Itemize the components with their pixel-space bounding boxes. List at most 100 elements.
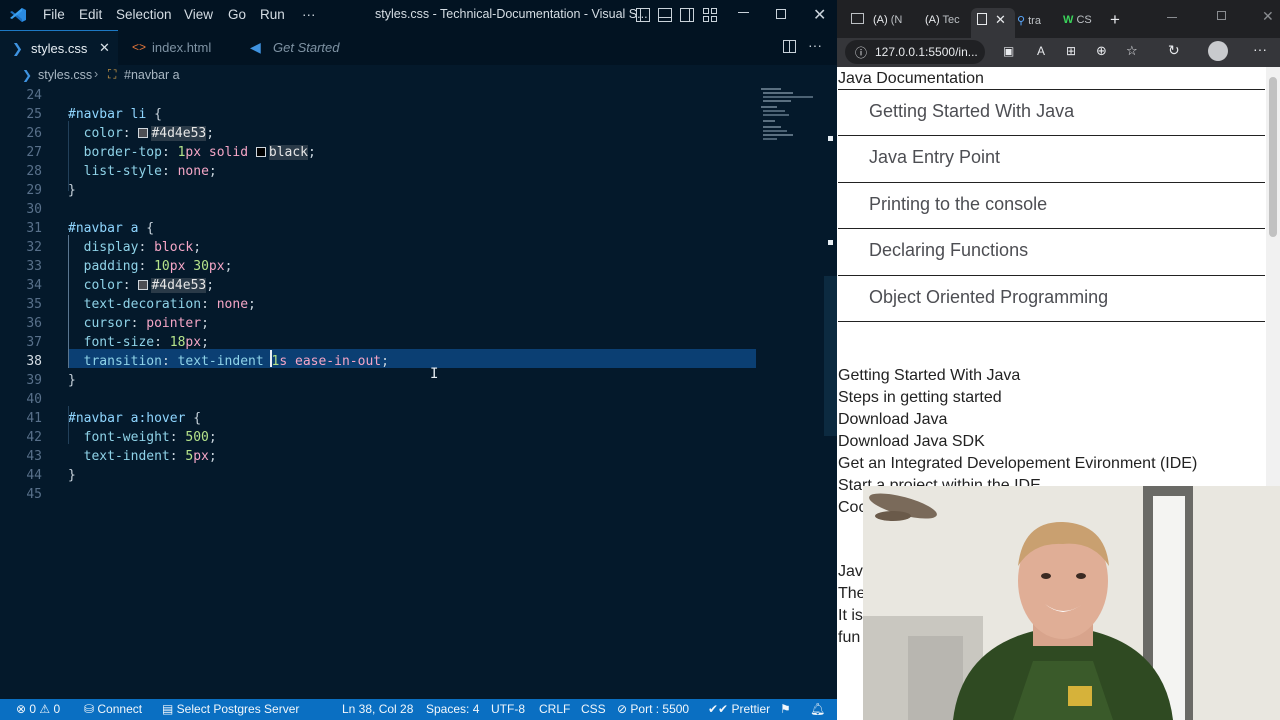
toggle-secondary-sidebar-icon[interactable] bbox=[680, 8, 694, 22]
close-window-icon[interactable]: ✕ bbox=[1262, 8, 1274, 25]
menu-edit[interactable]: Edit bbox=[79, 7, 102, 22]
breadcrumb-file[interactable]: styles.css bbox=[38, 68, 92, 82]
window-title: styles.css - Technical-Documentation - V… bbox=[375, 7, 648, 21]
connect-status[interactable]: ⛁ Connect bbox=[84, 702, 142, 716]
new-tab-icon[interactable]: + bbox=[1110, 10, 1120, 30]
symbol-class-icon: ⛶ bbox=[108, 67, 117, 81]
code-line[interactable]: font-size: 18px; bbox=[68, 333, 209, 352]
language-mode[interactable]: CSS bbox=[581, 702, 606, 716]
minimize-icon[interactable] bbox=[738, 12, 749, 13]
webcam-person-image bbox=[863, 486, 1280, 720]
line-number: 34 bbox=[26, 278, 42, 293]
status-bar: ⊗ 0 ⚠ 0 ⛁ Connect ▤ Select Postgres Serv… bbox=[0, 699, 837, 720]
code-line[interactable]: } bbox=[68, 181, 76, 200]
refresh-icon[interactable]: ↻ bbox=[1168, 42, 1180, 59]
code-line[interactable]: #navbar a:hover { bbox=[68, 409, 201, 428]
encoding[interactable]: UTF-8 bbox=[491, 702, 525, 716]
tracking-prevention-icon[interactable]: ▣ bbox=[1003, 44, 1014, 58]
breadcrumb-symbol[interactable]: #navbar a bbox=[124, 68, 180, 82]
notifications-bell-icon[interactable]: 🔔︎ bbox=[810, 702, 825, 716]
menu-selection[interactable]: Selection bbox=[116, 7, 172, 22]
nav-link-oop[interactable]: Object Oriented Programming bbox=[838, 275, 1265, 322]
close-tab-icon[interactable]: ✕ bbox=[99, 40, 110, 56]
code-line[interactable]: transition: text-indent 1s ease-in-out; bbox=[68, 352, 389, 371]
url-text: 127.0.0.1:5500/in... bbox=[875, 45, 978, 59]
tab-index-html[interactable]: <> index.html bbox=[118, 30, 240, 65]
browser-tab[interactable]: (A) (N bbox=[873, 8, 921, 34]
minimize-icon[interactable] bbox=[1167, 17, 1177, 18]
editor-tabs: ❯ styles.css ✕ <> index.html ◀ Get Start… bbox=[0, 30, 837, 65]
nav-link-printing[interactable]: Printing to the console bbox=[838, 182, 1265, 229]
toggle-sidebar-icon[interactable] bbox=[636, 8, 650, 22]
app-available-icon[interactable]: ⊞ bbox=[1066, 44, 1076, 58]
nav-link-entry-point[interactable]: Java Entry Point bbox=[838, 135, 1265, 182]
vscode-icon: ◀ bbox=[250, 39, 261, 55]
tab-get-started[interactable]: ◀ Get Started bbox=[240, 30, 364, 65]
end-of-line[interactable]: CRLF bbox=[539, 702, 570, 716]
zoom-icon[interactable]: ⊕ bbox=[1096, 43, 1107, 59]
customize-layout-icon[interactable] bbox=[703, 8, 717, 22]
chevron-right-icon: › bbox=[94, 67, 99, 81]
nav-link-functions[interactable]: Declaring Functions bbox=[838, 228, 1265, 275]
avatar[interactable] bbox=[1208, 41, 1228, 61]
code-line[interactable]: } bbox=[68, 371, 76, 390]
tab-styles-css[interactable]: ❯ styles.css ✕ bbox=[0, 30, 118, 65]
code-line[interactable]: #navbar li { bbox=[68, 105, 162, 124]
line-number: 40 bbox=[26, 392, 42, 407]
code-line[interactable]: cursor: pointer; bbox=[68, 314, 209, 333]
page-scrollbar-thumb[interactable] bbox=[1269, 77, 1277, 237]
address-bar[interactable]: ⓘ 127.0.0.1:5500/in... bbox=[845, 40, 985, 64]
maximize-icon[interactable] bbox=[776, 9, 786, 19]
code-line[interactable]: font-weight: 500; bbox=[68, 428, 217, 447]
maximize-icon[interactable] bbox=[1217, 11, 1226, 20]
code-line[interactable]: text-indent: 5px; bbox=[68, 447, 217, 466]
code-line[interactable]: border-top: 1px solid black; bbox=[68, 143, 316, 162]
close-window-icon[interactable]: ✕ bbox=[813, 5, 826, 25]
toggle-panel-icon[interactable] bbox=[658, 8, 672, 22]
postgres-status[interactable]: ▤ Select Postgres Server bbox=[162, 702, 299, 716]
live-server-port[interactable]: ⊘ Port : 5500 bbox=[617, 702, 689, 716]
browser-tab[interactable]: (A) Tec bbox=[925, 8, 969, 34]
read-aloud-icon[interactable]: A bbox=[1037, 44, 1045, 58]
menu-file[interactable]: File bbox=[43, 7, 65, 22]
scroll-marker bbox=[828, 240, 833, 245]
code-editor[interactable]: 24 25 #navbar li {26 color: #4d4e53; 27 bor… bbox=[0, 86, 837, 699]
browser-tab[interactable]: ⚲ tra bbox=[1017, 8, 1061, 34]
vscode-logo-icon[interactable] bbox=[9, 7, 27, 23]
css-file-icon: ❯ bbox=[22, 68, 33, 82]
tab-actions-icon[interactable] bbox=[851, 13, 864, 24]
menu-run[interactable]: Run bbox=[260, 7, 285, 22]
split-editor-icon[interactable] bbox=[783, 40, 796, 53]
close-tab-icon[interactable]: ✕ bbox=[995, 12, 1006, 28]
line-number: 37 bbox=[26, 335, 42, 350]
more-actions-icon[interactable]: ··· bbox=[808, 37, 822, 53]
menu-more[interactable]: ··· bbox=[302, 7, 316, 22]
browser-tab-active[interactable]: ✕ bbox=[971, 8, 1015, 38]
nav-link-getting-started[interactable]: Getting Started With Java bbox=[838, 89, 1265, 136]
code-line[interactable]: list-style: none; bbox=[68, 162, 217, 181]
code-line[interactable]: display: block; bbox=[68, 238, 201, 257]
code-line[interactable]: color: #4d4e53; bbox=[68, 124, 214, 143]
menu-go[interactable]: Go bbox=[228, 7, 246, 22]
port-label: Port : 5500 bbox=[630, 702, 690, 716]
errors-status[interactable]: ⊗ 0 ⚠ 0 bbox=[16, 702, 60, 716]
prettier-status[interactable]: ✔✔ Prettier bbox=[708, 702, 770, 716]
favorites-star-icon[interactable]: ☆ bbox=[1126, 43, 1138, 59]
more-menu-icon[interactable]: ··· bbox=[1253, 41, 1267, 57]
editor-scrollbar[interactable] bbox=[824, 276, 837, 436]
code-line[interactable]: } bbox=[68, 466, 76, 485]
code-line[interactable]: padding: 10px 30px; bbox=[68, 257, 233, 276]
line-number: 35 bbox=[26, 297, 42, 312]
code-line[interactable]: #navbar a { bbox=[68, 219, 154, 238]
code-line[interactable]: text-decoration: none; bbox=[68, 295, 256, 314]
browser-tab[interactable]: W CS bbox=[1063, 8, 1107, 34]
code-line[interactable]: color: #4d4e53; bbox=[68, 276, 214, 295]
site-info-icon[interactable]: ⓘ bbox=[855, 44, 867, 61]
cursor-position[interactable]: Ln 38, Col 28 bbox=[342, 702, 413, 716]
line-number: 26 bbox=[26, 126, 42, 141]
feedback-icon[interactable]: ⚑ bbox=[780, 702, 791, 716]
browser-tab-strip: (A) (N (A) Tec ✕ ⚲ tra W CS + ✕ bbox=[837, 0, 1280, 38]
menu-view[interactable]: View bbox=[184, 7, 213, 22]
indentation[interactable]: Spaces: 4 bbox=[426, 702, 479, 716]
minimap[interactable] bbox=[757, 86, 827, 166]
